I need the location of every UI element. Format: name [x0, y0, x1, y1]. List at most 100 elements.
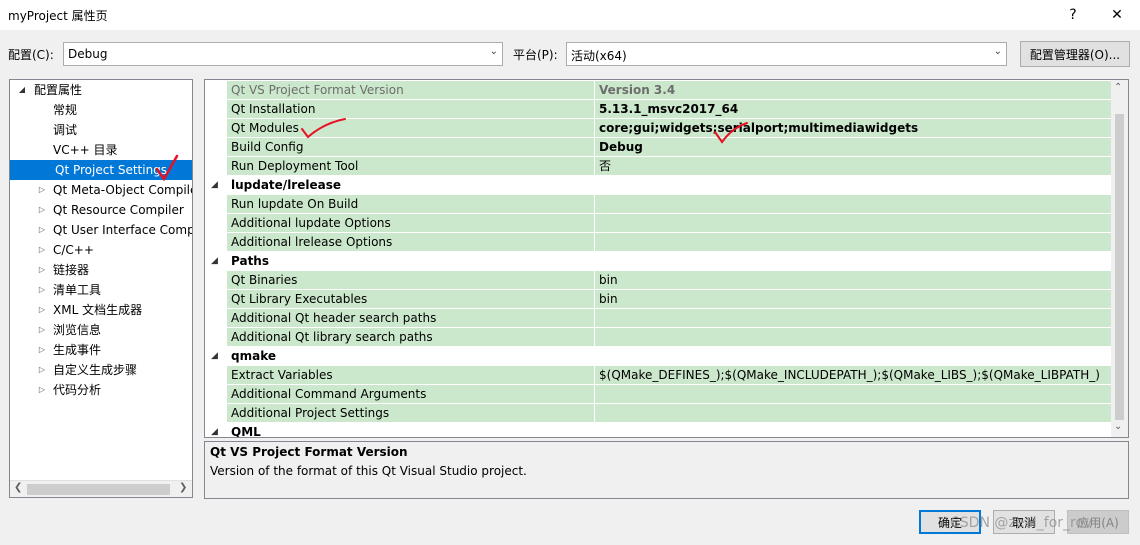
row-gutter — [205, 100, 227, 119]
scroll-right-icon[interactable]: ❯ — [179, 482, 187, 493]
property-value[interactable]: bin — [595, 271, 1112, 290]
property-name: Qt Installation — [227, 100, 595, 119]
category-row[interactable]: ◢ lupdate/lrelease — [205, 176, 1112, 195]
property-row[interactable]: Qt Binaries bin — [205, 271, 1112, 290]
category-row[interactable]: ◢ qmake — [205, 347, 1112, 366]
category-label: QML — [231, 425, 261, 438]
expand-arrow-icon[interactable]: ◢ — [16, 80, 28, 100]
config-select[interactable]: Debug ⌄ — [63, 42, 503, 66]
window-title: myProject 属性页 — [8, 9, 108, 23]
property-name: Build Config — [227, 138, 595, 157]
grid-vertical-scrollbar[interactable]: ⌃ ⌄ — [1111, 80, 1128, 437]
collapse-arrow-icon[interactable]: ▷ — [36, 300, 48, 320]
property-value[interactable]: Debug — [595, 138, 1112, 157]
red-checkmark-icon — [155, 154, 179, 182]
collapse-arrow-icon[interactable]: ◢ — [211, 423, 218, 437]
tree-item[interactable]: 常规 — [10, 100, 192, 120]
property-row[interactable]: Additional Project Settings — [205, 404, 1112, 423]
tree-item[interactable]: ◢ 配置属性 — [10, 80, 192, 100]
tree-item-label: Qt Project Settings — [55, 163, 168, 177]
collapse-arrow-icon[interactable]: ▷ — [36, 260, 48, 280]
property-row[interactable]: Run Deployment Tool 否 — [205, 157, 1112, 176]
tree-item[interactable]: ▷ Qt User Interface Compiler — [10, 220, 192, 240]
config-value: Debug — [68, 47, 108, 61]
row-gutter — [205, 404, 227, 423]
tree-item[interactable]: ▷ 清单工具 — [10, 280, 192, 300]
collapse-arrow-icon[interactable]: ▷ — [36, 220, 48, 240]
property-value[interactable] — [595, 385, 1112, 404]
chevron-down-icon: ⌄ — [993, 46, 1002, 57]
collapse-arrow-icon[interactable]: ▷ — [36, 380, 48, 400]
tree-horizontal-scrollbar[interactable]: ❮ ❯ — [10, 480, 192, 497]
property-value[interactable] — [595, 214, 1112, 233]
property-value[interactable] — [595, 404, 1112, 423]
row-gutter — [205, 271, 227, 290]
property-name: Additional Project Settings — [227, 404, 595, 423]
row-gutter — [205, 195, 227, 214]
collapse-arrow-icon[interactable]: ◢ — [211, 252, 218, 271]
scroll-up-icon[interactable]: ⌃ — [1114, 82, 1122, 93]
collapse-arrow-icon[interactable]: ▷ — [36, 360, 48, 380]
tree-item[interactable]: ▷ 链接器 — [10, 260, 192, 280]
property-value[interactable]: 5.13.1_msvc2017_64 — [595, 100, 1112, 119]
property-row[interactable]: Build Config Debug — [205, 138, 1112, 157]
tree-item[interactable]: ▷ XML 文档生成器 — [10, 300, 192, 320]
property-row[interactable]: Extract Variables $(QMake_DEFINES_);$(QMa… — [205, 366, 1112, 385]
collapse-arrow-icon[interactable]: ◢ — [211, 347, 218, 366]
scroll-down-icon[interactable]: ⌄ — [1114, 421, 1122, 432]
category-label: Paths — [231, 254, 269, 268]
platform-value: 活动(x64) — [571, 49, 627, 63]
tree-item-label: 生成事件 — [53, 343, 102, 357]
collapse-arrow-icon[interactable]: ◢ — [211, 176, 218, 195]
collapse-arrow-icon[interactable]: ▷ — [36, 320, 48, 340]
tree-item[interactable]: ▷ C/C++ — [10, 240, 192, 260]
category-row[interactable]: ◢ QML — [205, 423, 1112, 438]
collapse-arrow-icon[interactable]: ▷ — [36, 200, 48, 220]
property-value[interactable]: 否 — [595, 157, 1112, 176]
tree-item-label: 常规 — [53, 103, 78, 117]
config-manager-button[interactable]: 配置管理器(O)... — [1020, 41, 1130, 67]
property-name: Additional lupdate Options — [227, 214, 595, 233]
tree-item[interactable]: ▷ Qt Meta-Object Compiler — [10, 180, 192, 200]
property-tree[interactable]: ❮ ❯ ◢ 配置属性 常规 调试 VC++ 目录 Qt Project Settings ▷… — [9, 79, 193, 498]
collapse-arrow-icon[interactable]: ▷ — [36, 340, 48, 360]
property-row[interactable]: Additional Command Arguments — [205, 385, 1112, 404]
tree-item-label: XML 文档生成器 — [53, 303, 143, 317]
tree-item[interactable]: ▷ 代码分析 — [10, 380, 192, 400]
property-value[interactable] — [595, 195, 1112, 214]
property-row[interactable]: Additional Qt library search paths — [205, 328, 1112, 347]
tree-item[interactable]: 调试 — [10, 120, 192, 140]
property-value[interactable] — [595, 233, 1112, 252]
collapse-arrow-icon[interactable]: ▷ — [36, 180, 48, 200]
property-row[interactable]: Qt VS Project Format Version Version 3.4 — [205, 81, 1112, 100]
property-value[interactable] — [595, 309, 1112, 328]
platform-select[interactable]: 活动(x64) ⌄ — [566, 42, 1007, 66]
close-button[interactable]: ✕ — [1094, 0, 1140, 30]
property-row[interactable]: Additional lrelease Options — [205, 233, 1112, 252]
property-name: Qt Modules — [227, 119, 595, 138]
watermark: CSDN @zeal_for_rov — [950, 515, 1093, 531]
help-button[interactable]: ? — [1050, 0, 1096, 30]
scroll-left-icon[interactable]: ❮ — [14, 482, 22, 493]
property-value[interactable]: $(QMake_DEFINES_);$(QMake_INCLUDEPATH_);… — [595, 366, 1112, 385]
tree-item[interactable]: ▷ 生成事件 — [10, 340, 192, 360]
scrollbar-thumb[interactable] — [27, 484, 170, 495]
tree-item[interactable]: ▷ 浏览信息 — [10, 320, 192, 340]
property-row[interactable]: Qt Library Executables bin — [205, 290, 1112, 309]
tree-item[interactable]: ▷ Qt Resource Compiler — [10, 200, 192, 220]
property-row[interactable]: Run lupdate On Build — [205, 195, 1112, 214]
property-value[interactable]: bin — [595, 290, 1112, 309]
property-name: Qt Binaries — [227, 271, 595, 290]
property-value[interactable] — [595, 328, 1112, 347]
property-name: Additional lrelease Options — [227, 233, 595, 252]
collapse-arrow-icon[interactable]: ▷ — [36, 240, 48, 260]
tree-item[interactable]: ▷ 自定义生成步骤 — [10, 360, 192, 380]
property-value[interactable]: core;gui;widgets;serialport;multimediawi… — [595, 119, 1112, 138]
category-row[interactable]: ◢ Paths — [205, 252, 1112, 271]
property-row[interactable]: Additional Qt header search paths — [205, 309, 1112, 328]
property-value[interactable]: Version 3.4 — [595, 81, 1112, 100]
collapse-arrow-icon[interactable]: ▷ — [36, 280, 48, 300]
tree-item-label: 配置属性 — [34, 83, 83, 97]
scrollbar-thumb[interactable] — [1115, 114, 1124, 420]
property-row[interactable]: Additional lupdate Options — [205, 214, 1112, 233]
